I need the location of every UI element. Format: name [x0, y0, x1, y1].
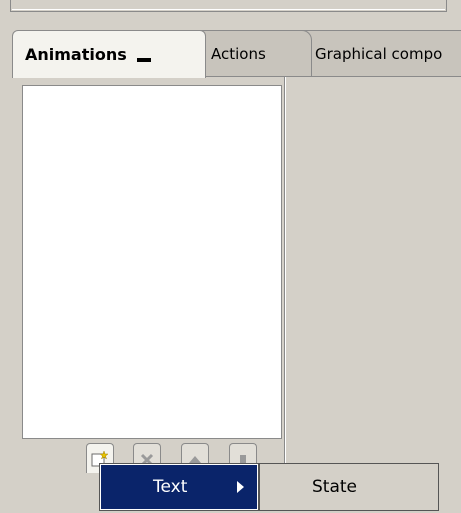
top-frame-border	[10, 0, 447, 12]
menu-item-label: Text	[153, 477, 188, 497]
animations-list[interactable]	[22, 85, 282, 439]
menu-item-text[interactable]: Text	[101, 465, 257, 509]
panel-splitter-highlight	[285, 77, 286, 489]
tab-label: Actions	[211, 44, 266, 63]
tab-graphical-components[interactable]: Graphical compo	[300, 30, 461, 76]
tab-actions[interactable]: Actions	[190, 30, 312, 76]
tab-animations[interactable]: Animations	[12, 30, 206, 78]
submenu-item-state[interactable]: State	[259, 463, 439, 511]
toolbar-separator	[22, 438, 282, 439]
submenu-item-label: State	[312, 477, 357, 497]
submenu-arrow-icon	[237, 481, 244, 493]
tab-label: Animations	[25, 45, 127, 64]
minimize-icon[interactable]	[136, 57, 151, 62]
tab-label: Graphical compo	[315, 44, 443, 63]
